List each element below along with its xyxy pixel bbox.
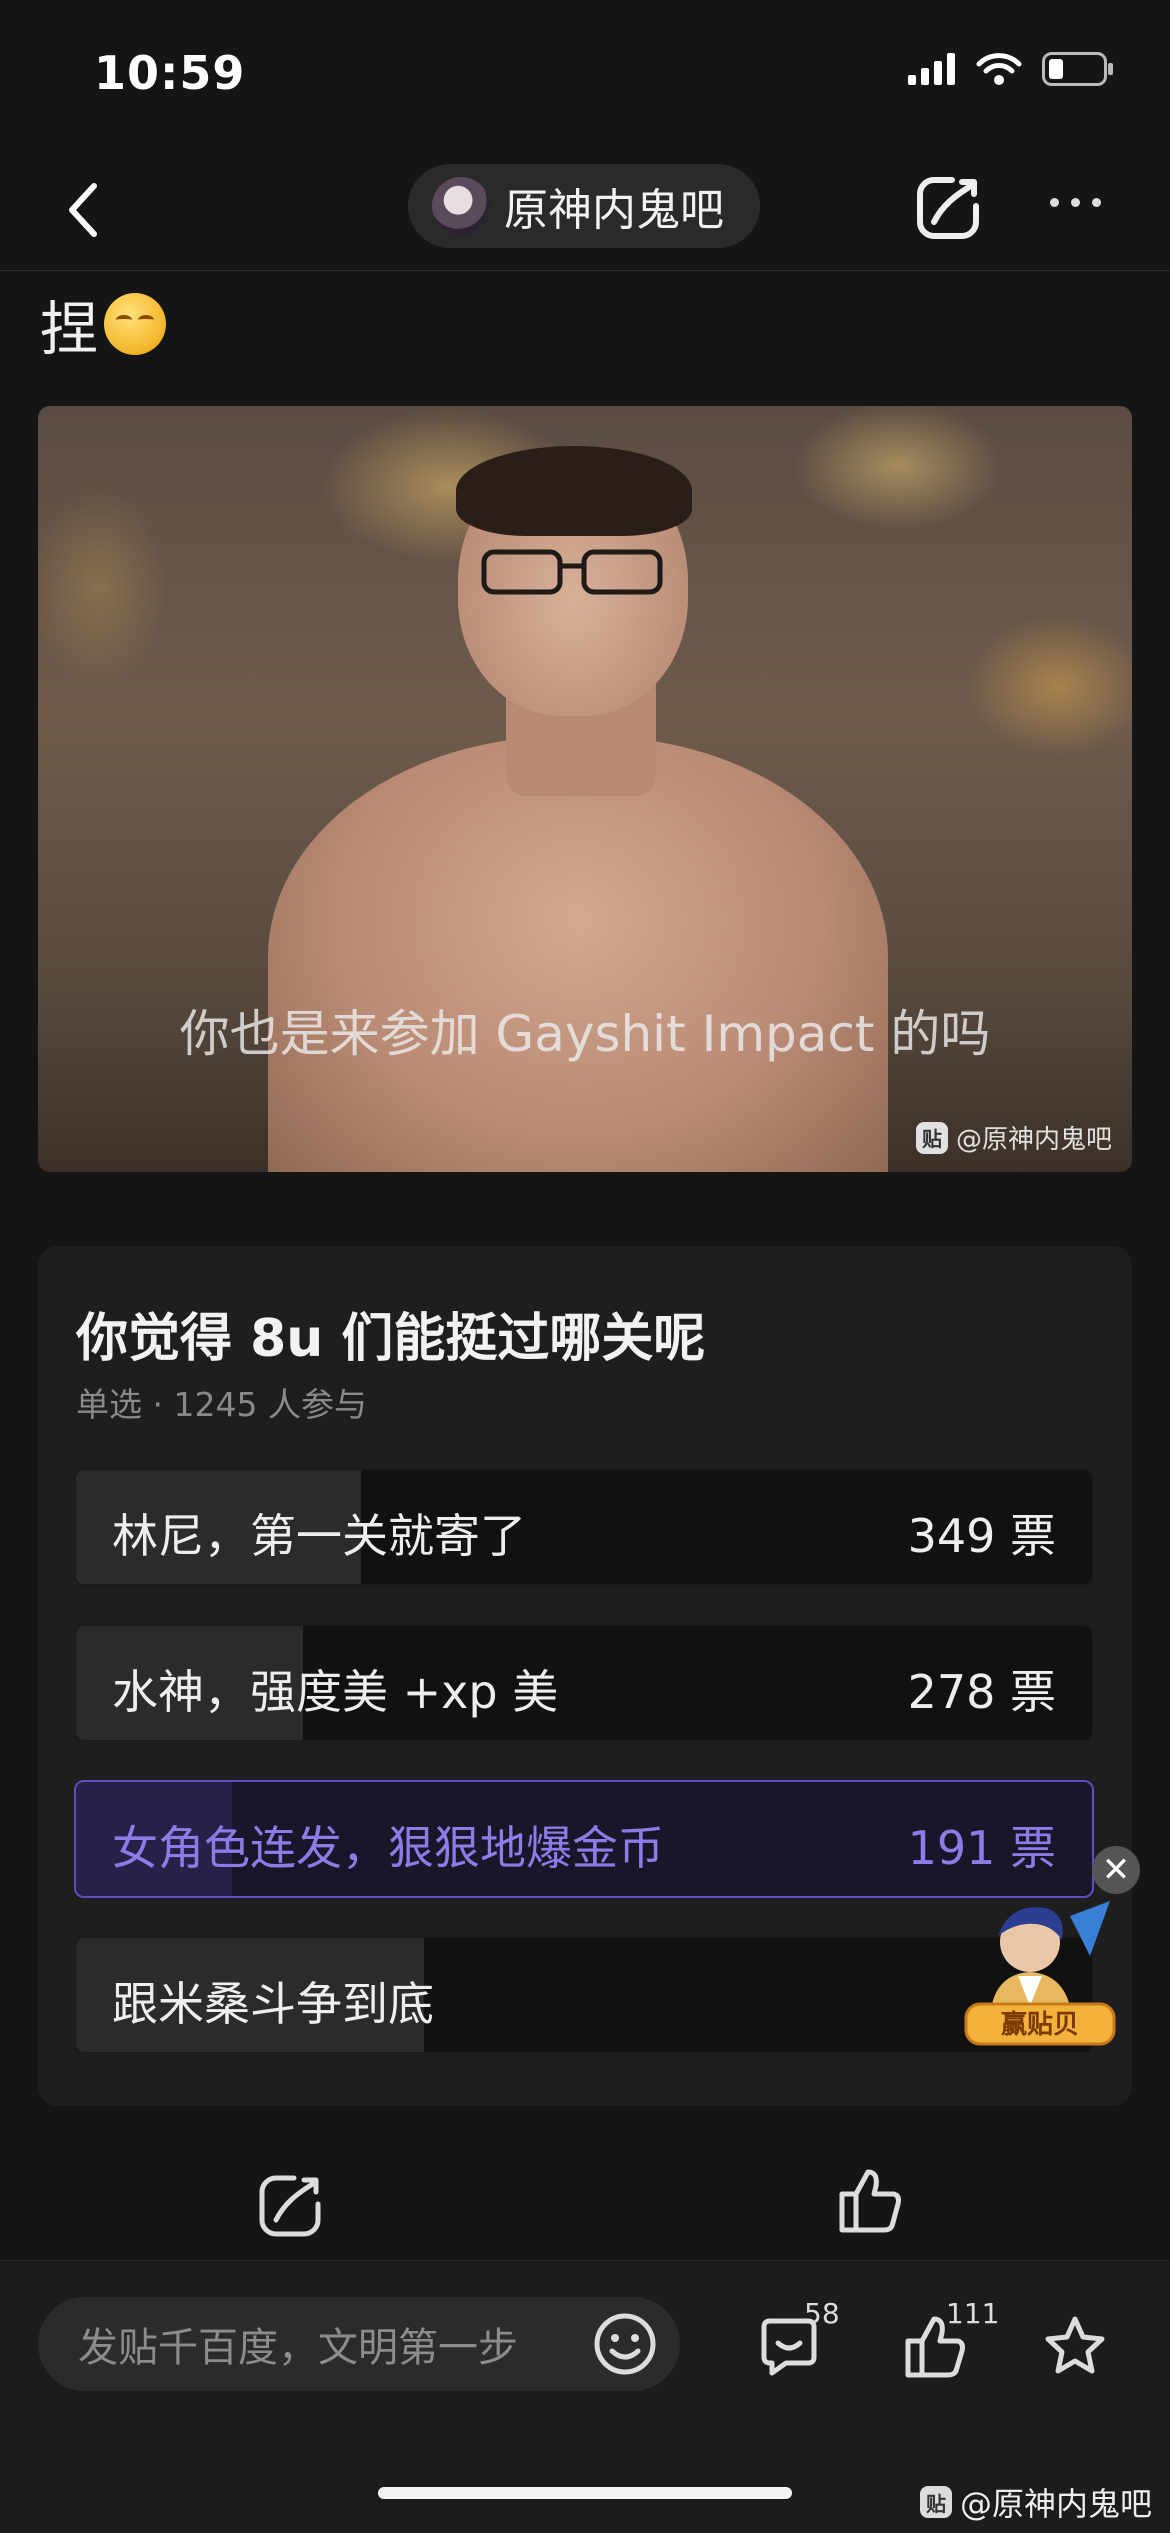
star-icon[interactable]: [1042, 2313, 1108, 2379]
tieba-badge-icon: 贴: [919, 2486, 952, 2518]
poll-option-votes: 349 票: [907, 1509, 1056, 1563]
image-watermark-text: @原神内鬼吧: [955, 1125, 1112, 1155]
wifi-icon: [976, 53, 1022, 85]
post-body: 捏: [40, 282, 167, 366]
reply-input[interactable]: 发贴千百度，文明第一步: [38, 2297, 680, 2391]
forum-name: 原神内鬼吧: [504, 185, 724, 236]
poll-option-label: 跟米桑斗争到底: [112, 1977, 434, 2031]
bottom-watermark: 贴 @原神内鬼吧: [919, 2479, 1152, 2525]
more-dots-icon[interactable]: [1050, 198, 1101, 207]
close-promo-button[interactable]: ✕: [1092, 1846, 1140, 1894]
photo-hair: [456, 446, 692, 536]
poll-title: 你觉得 8u 们能挺过哪关呢: [76, 1309, 706, 1369]
reply-placeholder: 发贴千百度，文明第一步: [78, 2325, 518, 2371]
chevron-left-icon[interactable]: [60, 180, 110, 240]
image-caption: 你也是来参加 Gayshit Impact 的吗: [179, 1005, 991, 1063]
post-image[interactable]: 你也是来参加 Gayshit Impact 的吗 贴 @原神内鬼吧: [38, 406, 1132, 1172]
smirk-emoji-icon: [104, 293, 167, 355]
like-count: 111: [946, 2297, 1000, 2330]
bottom-reply-bar: 发贴千百度，文明第一步 58 111 贴 @原神内鬼吧: [0, 2260, 1170, 2533]
poll-option-votes: 191 票: [907, 1821, 1056, 1875]
share-icon[interactable]: [912, 172, 984, 244]
battery-icon: [1042, 52, 1113, 86]
glasses-shape: [481, 549, 663, 595]
poll-option[interactable]: 水神，强度美 +xp 美 278 票: [74, 1624, 1094, 1742]
signal-icon: [908, 53, 955, 85]
photo-torso: [268, 736, 888, 1172]
bottom-watermark-text: @原神内鬼吧: [959, 2485, 1152, 2523]
image-watermark: 贴 @原神内鬼吧: [915, 1119, 1112, 1156]
poll-option-label: 水神，强度美 +xp 美: [112, 1665, 559, 1719]
tieba-badge-icon: 贴: [915, 1121, 948, 1154]
comment-count: 58: [804, 2297, 840, 2330]
poll-option-label: 林尼，第一关就寄了: [112, 1509, 526, 1563]
smile-icon[interactable]: [592, 2311, 658, 2377]
poll-option[interactable]: 林尼，第一关就寄了 349 票: [74, 1468, 1094, 1586]
mascot-label: 赢贴贝: [1001, 2009, 1079, 2040]
forum-avatar: [432, 177, 490, 235]
status-time: 10:59: [94, 46, 246, 100]
share-icon[interactable]: [254, 2170, 326, 2242]
top-nav-bar: 原神内鬼吧: [0, 150, 1170, 271]
mascot-promo-badge[interactable]: 赢贴贝: [960, 1896, 1120, 2046]
poll-option-label: 女角色连发，狠狠地爆金币: [112, 1821, 664, 1875]
poll-option-votes: 278 票: [907, 1665, 1056, 1719]
poll-option-selected[interactable]: 女角色连发，狠狠地爆金币 191 票: [74, 1780, 1094, 1898]
post-text: 捏: [40, 295, 99, 363]
home-indicator[interactable]: [378, 2487, 792, 2499]
thumbs-up-icon[interactable]: [834, 2164, 906, 2236]
status-icons: [908, 52, 1114, 86]
forum-pill[interactable]: 原神内鬼吧: [408, 164, 760, 248]
poll-meta: 单选 · 1245 人参与: [76, 1385, 367, 1424]
poll-option[interactable]: 跟米桑斗争到底 42: [74, 1936, 1094, 2054]
